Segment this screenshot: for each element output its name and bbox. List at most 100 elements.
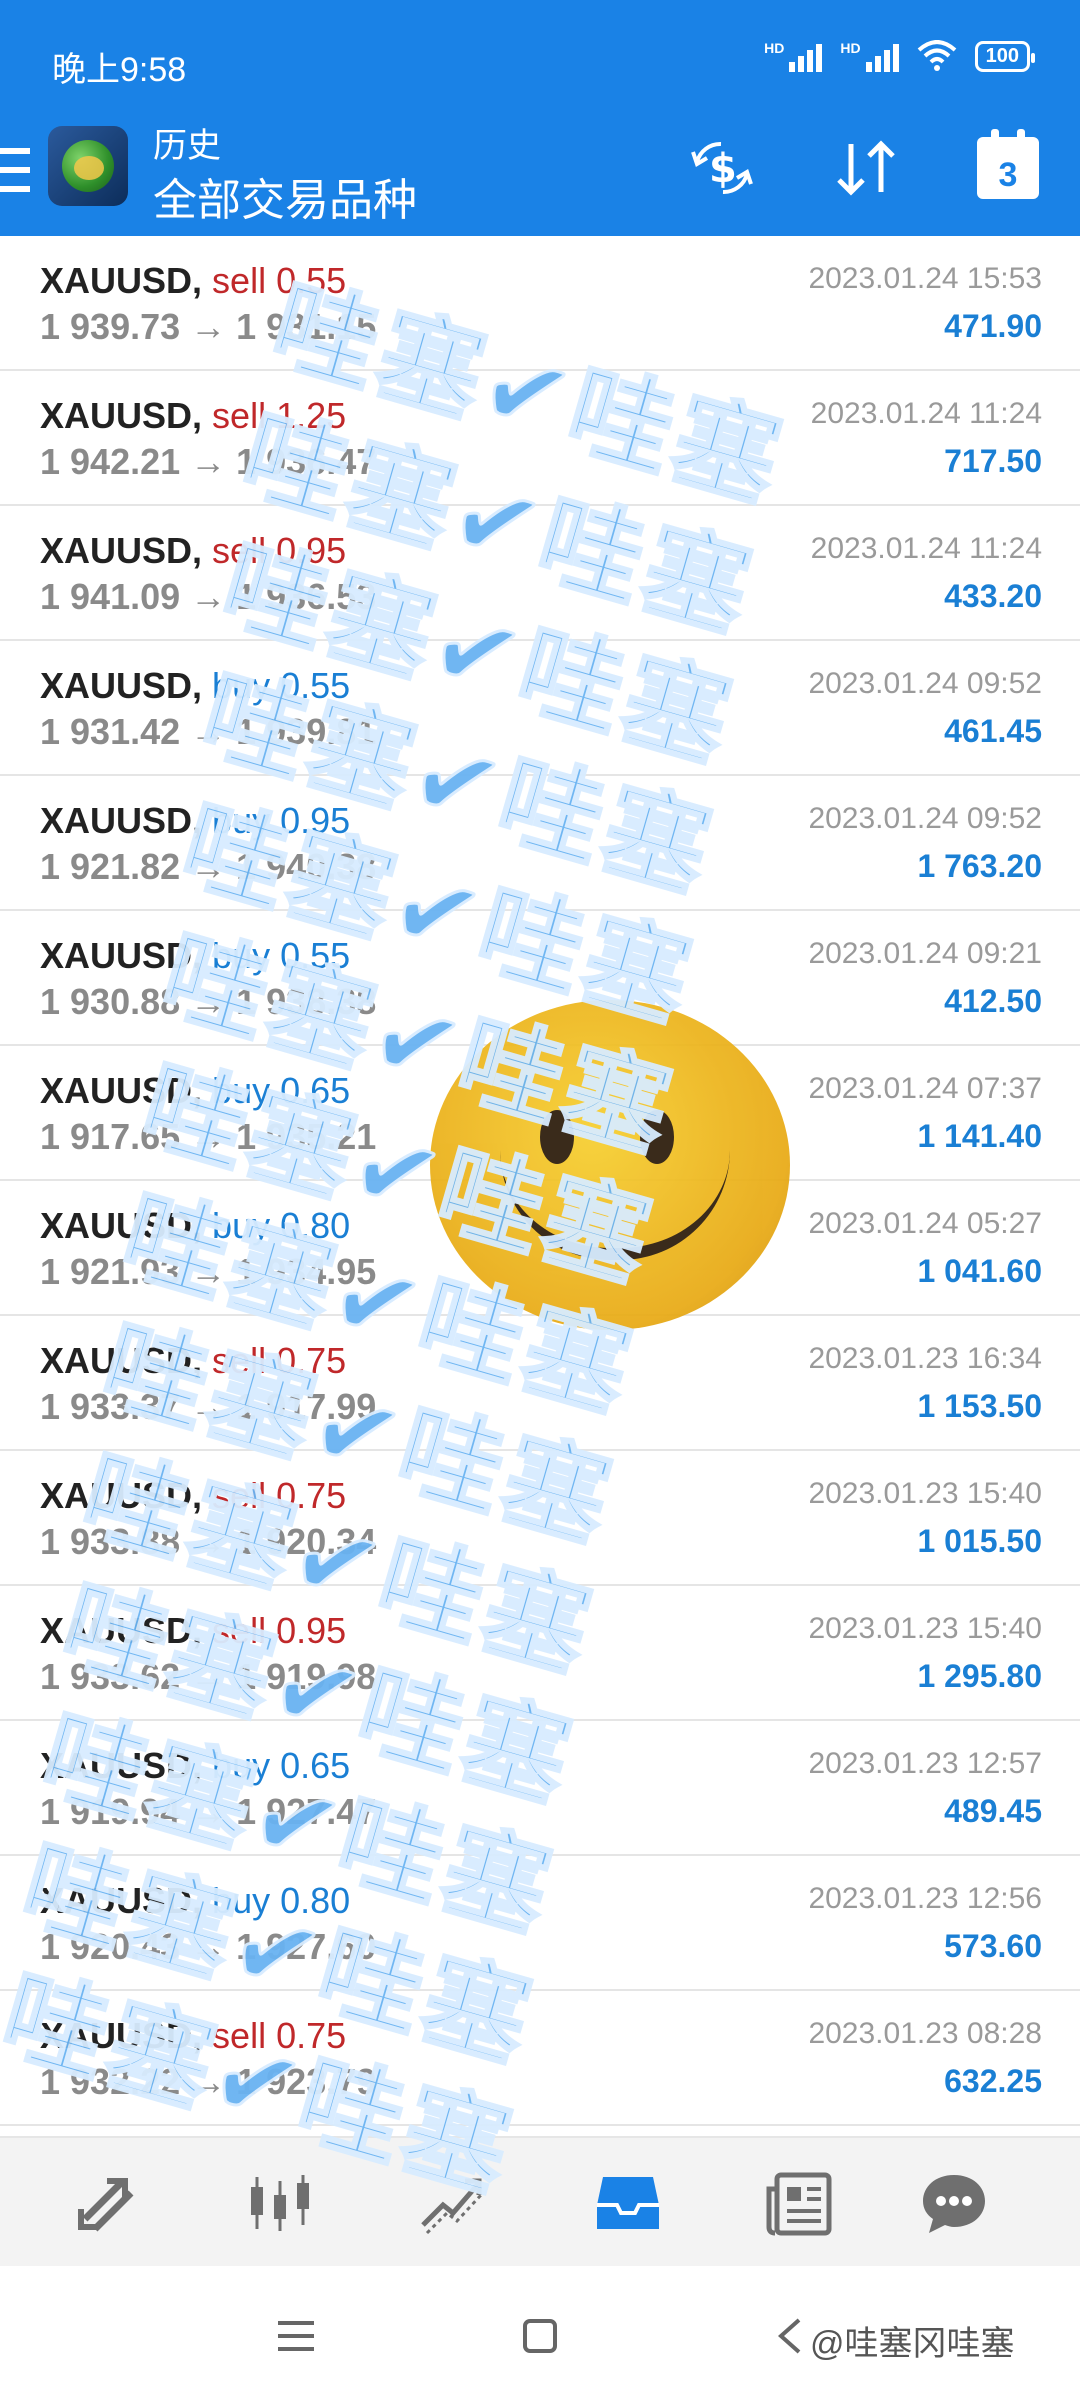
deal-prices: 1 933.37 → 1 917.99 <box>40 1386 377 1427</box>
symbol-text: XAUUSD, <box>40 935 203 976</box>
status-bar: 晚上9:58 HD HD 100 <box>0 0 1080 108</box>
deal-symbol: XAUUSD, sell 0.95 <box>40 530 346 572</box>
deal-volume: sell 0.95 <box>212 530 347 571</box>
app-logo <box>48 126 128 206</box>
menu-icon[interactable] <box>0 148 30 192</box>
deal-prices: 1 933.62 → 1 919.98 <box>40 1656 377 1697</box>
deal-symbol: XAUUSD, sell 1.25 <box>40 395 346 437</box>
deal-prices: 1 932.22 → 1 923.79 <box>40 2061 377 2102</box>
deal-time: 2023.01.23 16:34 <box>808 1342 1042 1375</box>
deal-time: 2023.01.24 09:21 <box>808 937 1042 970</box>
deal-volume: buy 0.95 <box>212 800 351 841</box>
deal-row[interactable]: XAUUSD, sell 0.95 1 941.09 → 1 936.53 20… <box>0 506 1080 641</box>
trade-icon[interactable] <box>412 2164 492 2244</box>
quotes-icon[interactable] <box>68 2164 148 2244</box>
deal-symbol: XAUUSD, buy 0.80 <box>40 1205 350 1247</box>
symbol-text: XAUUSD, <box>40 1745 203 1786</box>
deal-profit: 717.50 <box>944 443 1042 479</box>
deal-profit: 412.50 <box>944 983 1042 1019</box>
deal-time: 2023.01.24 09:52 <box>808 802 1042 835</box>
deal-time: 2023.01.23 12:57 <box>808 1747 1042 1780</box>
deal-prices: 1 920.43 → 1 927.60 <box>40 1926 377 1967</box>
wifi-icon <box>917 40 956 71</box>
deal-prices: 1 917.65 → 1 935.21 <box>40 1116 377 1157</box>
symbol-text: XAUUSD, <box>40 1070 203 1111</box>
deal-row[interactable]: XAUUSD, sell 1.25 1 942.21 → 1 936.47 20… <box>0 371 1080 506</box>
deal-symbol: XAUUSD, sell 0.75 <box>40 2015 346 2057</box>
deal-volume: sell 0.75 <box>212 1475 347 1516</box>
symbol-text: XAUUSD, <box>40 2015 203 2056</box>
symbol-text: XAUUSD, <box>40 395 203 436</box>
deal-prices: 1 930.88 → 1 938.38 <box>40 981 377 1022</box>
deal-row[interactable]: XAUUSD, sell 0.75 1 933.37 → 1 917.99 20… <box>0 1316 1080 1451</box>
deal-time: 2023.01.24 07:37 <box>808 1072 1042 1105</box>
deal-symbol: XAUUSD, buy 0.65 <box>40 1070 350 1112</box>
symbol-text: XAUUSD, <box>40 1475 203 1516</box>
deal-row[interactable]: XAUUSD, buy 0.55 1 931.42 → 1 939.81 202… <box>0 641 1080 776</box>
calendar-day: 3 <box>998 156 1018 194</box>
symbol-text: XAUUSD, <box>40 800 203 841</box>
deal-row[interactable]: XAUUSD, buy 0.95 1 921.82 → 1 940.38 202… <box>0 776 1080 911</box>
symbol-text: XAUUSD, <box>40 1340 203 1381</box>
recents-button[interactable] <box>266 2306 326 2366</box>
deal-prices: 1 931.42 → 1 939.81 <box>40 711 377 752</box>
symbol-text: XAUUSD, <box>40 1205 203 1246</box>
home-button[interactable] <box>510 2306 570 2366</box>
chart-icon[interactable] <box>240 2164 320 2244</box>
app-bar: 历史 全部交易品种 $ 3 <box>0 108 1080 236</box>
deal-symbol: XAUUSD, sell 0.75 <box>40 1475 346 1517</box>
deal-profit: 632.25 <box>944 2063 1042 2099</box>
deal-row[interactable]: XAUUSD, buy 0.65 1 917.65 → 1 935.21 202… <box>0 1046 1080 1181</box>
hd-label: HD <box>764 40 785 56</box>
sort-icon[interactable] <box>828 130 904 206</box>
deal-prices: 1 939.73 → 1 931.15 <box>40 306 377 347</box>
deal-volume: buy 0.55 <box>212 935 351 976</box>
messages-icon[interactable] <box>914 2164 994 2244</box>
deal-row[interactable]: XAUUSD, sell 0.75 1 932.22 → 1 923.79 20… <box>0 1991 1080 2126</box>
symbol-text: XAUUSD, <box>40 1610 203 1651</box>
deal-volume: sell 0.75 <box>212 1340 347 1381</box>
deal-profit: 1 041.60 <box>917 1253 1042 1289</box>
deal-row[interactable]: XAUUSD, sell 0.75 1 933.88 → 1 920.34 20… <box>0 1451 1080 1586</box>
status-icons: HD HD 100 <box>764 40 1036 72</box>
deal-symbol: XAUUSD, buy 0.80 <box>40 1880 350 1922</box>
status-time: 晚上9:58 <box>52 51 187 89</box>
deal-profit: 461.45 <box>944 713 1042 749</box>
deal-row[interactable]: XAUUSD, buy 0.55 1 930.88 → 1 938.38 202… <box>0 911 1080 1046</box>
deal-time: 2023.01.24 05:27 <box>808 1207 1042 1240</box>
deal-time: 2023.01.24 09:52 <box>808 667 1042 700</box>
deal-volume: sell 0.75 <box>212 2015 347 2056</box>
deal-symbol: XAUUSD, buy 0.65 <box>40 1745 350 1787</box>
deal-prices: 1 942.21 → 1 936.47 <box>40 441 377 482</box>
symbol-text: XAUUSD, <box>40 665 203 706</box>
deal-row[interactable]: XAUUSD, sell 0.95 1 933.62 → 1 919.98 20… <box>0 1586 1080 1721</box>
symbol-text: XAUUSD, <box>40 530 203 571</box>
deal-time: 2023.01.24 11:24 <box>810 397 1042 430</box>
deal-profit: 573.60 <box>944 1928 1042 1964</box>
news-icon[interactable] <box>760 2164 840 2244</box>
deal-row[interactable]: XAUUSD, buy 0.65 1 919.94 → 1 927.47 202… <box>0 1721 1080 1856</box>
page-title[interactable]: 全部交易品种 <box>153 164 417 228</box>
signal-icon: HD <box>764 40 823 72</box>
deal-volume: sell 1.25 <box>212 395 347 436</box>
deal-volume: buy 0.55 <box>212 665 351 706</box>
deal-row[interactable]: XAUUSD, sell 0.55 1 939.73 → 1 931.15 20… <box>0 236 1080 371</box>
deal-profit: 489.45 <box>944 1793 1042 1829</box>
currency-exchange-icon[interactable]: $ <box>684 130 760 206</box>
page-subtitle: 历史 <box>153 127 221 165</box>
deal-volume: buy 0.65 <box>212 1070 351 1111</box>
symbol-text: XAUUSD, <box>40 1880 203 1921</box>
history-icon[interactable] <box>588 2164 668 2244</box>
deal-volume: buy 0.80 <box>212 1205 351 1246</box>
deal-symbol: XAUUSD, sell 0.95 <box>40 1610 346 1652</box>
calendar-icon[interactable]: 3 <box>970 129 1046 206</box>
deal-time: 2023.01.23 08:28 <box>808 2017 1042 2050</box>
source-watermark: @哇塞冈哇塞 <box>810 2325 1015 2363</box>
deal-list[interactable]: XAUUSD, sell 0.55 1 939.73 → 1 931.15 20… <box>0 236 1080 2136</box>
deal-row[interactable]: XAUUSD, buy 0.80 1 920.43 → 1 927.60 202… <box>0 1856 1080 1991</box>
deal-row[interactable]: XAUUSD, buy 0.80 1 921.93 → 1 934.95 202… <box>0 1181 1080 1316</box>
deal-profit: 1 141.40 <box>917 1118 1042 1154</box>
deal-profit: 471.90 <box>944 308 1042 344</box>
deal-time: 2023.01.24 11:24 <box>810 532 1042 565</box>
deal-time: 2023.01.23 12:56 <box>808 1882 1042 1915</box>
